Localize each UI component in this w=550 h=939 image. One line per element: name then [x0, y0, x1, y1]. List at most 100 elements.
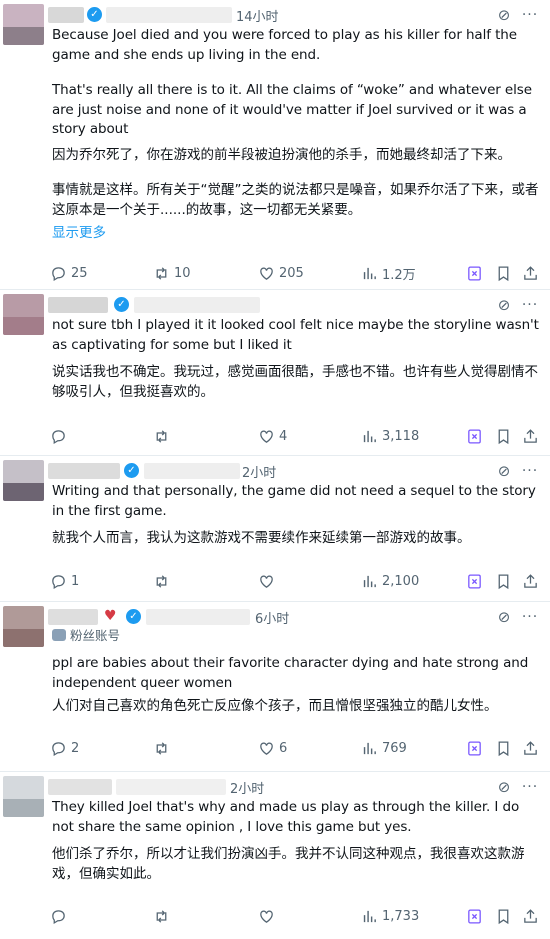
more-options-icon[interactable]: ···	[520, 777, 540, 797]
views-button[interactable]: 1.2万	[361, 251, 416, 295]
repost-button[interactable]	[153, 727, 174, 771]
like-count: 6	[279, 741, 288, 756]
repost-icon	[156, 266, 167, 280]
verified-badge-icon: ✓	[124, 463, 139, 478]
username-handle[interactable]	[106, 7, 232, 23]
views-button[interactable]: 1,733	[361, 894, 419, 938]
more-options-icon[interactable]: ···	[520, 295, 540, 315]
like-count: 4	[279, 428, 288, 444]
grok-square-icon	[468, 428, 481, 444]
action-bar: 1 2,100	[52, 560, 540, 604]
avatar[interactable]	[3, 606, 44, 647]
reply-button[interactable]	[50, 894, 71, 938]
repost-button[interactable]	[153, 414, 174, 458]
view-count: 2,100	[382, 574, 420, 589]
reply-count: 1	[71, 574, 80, 589]
reply-button[interactable]: 25	[50, 251, 88, 295]
more-options-icon[interactable]: ···	[520, 5, 540, 25]
display-name[interactable]	[48, 609, 98, 625]
bookmark-button[interactable]	[495, 560, 512, 604]
grok-button[interactable]	[466, 727, 483, 771]
post-text: not sure tbh I played it it looked cool …	[52, 317, 539, 353]
display-name[interactable]	[48, 7, 84, 23]
grok-button[interactable]	[466, 414, 483, 458]
username-handle[interactable]	[144, 463, 240, 479]
repost-button[interactable]	[153, 894, 174, 938]
timestamp[interactable]: 2小时	[230, 778, 264, 797]
post[interactable]: ✓ ⊘ ··· not sure tbh I played it it look…	[0, 290, 550, 456]
grok-icon[interactable]: ⊘	[494, 5, 514, 25]
timestamp[interactable]: 14小时	[236, 6, 279, 25]
translation-text: 事情就是这样。所有关于“觉醒”之类的说法都只是噪音，如果乔尔活了下来，或者这原本…	[52, 182, 539, 218]
heart-icon	[260, 430, 273, 443]
grok-button[interactable]	[466, 251, 483, 295]
reply-icon	[52, 429, 65, 444]
bookmark-icon	[498, 908, 509, 924]
post[interactable]: ✓ 14小时 ⊘ ··· Because Joel died and you w…	[0, 0, 550, 290]
views-button[interactable]: 2,100	[361, 560, 419, 604]
bookmark-button[interactable]	[495, 894, 512, 938]
repost-icon	[156, 909, 167, 923]
grok-square-icon	[468, 574, 481, 589]
grok-icon[interactable]: ⊘	[494, 777, 514, 797]
reply-button[interactable]	[50, 414, 71, 458]
post[interactable]: ♥ ✓ 6小时 ⊘ ··· 粉丝账号 ppl are babies about …	[0, 602, 550, 772]
username-handle[interactable]	[146, 609, 250, 625]
timestamp[interactable]: 6小时	[255, 608, 289, 627]
action-bar: 4 3,118	[52, 414, 540, 458]
timestamp[interactable]: 2小时	[242, 462, 276, 481]
grok-icon[interactable]: ⊘	[494, 607, 514, 627]
username-handle[interactable]	[116, 779, 226, 795]
heart-icon	[260, 910, 273, 923]
bookmark-button[interactable]	[495, 251, 512, 295]
post-body: ppl are babies about their favorite char…	[52, 654, 540, 717]
bookmark-button[interactable]	[495, 414, 512, 458]
share-button[interactable]	[522, 560, 539, 604]
view-count: 769	[382, 741, 407, 756]
views-button[interactable]: 3,118	[361, 414, 419, 458]
grok-button[interactable]	[466, 560, 483, 604]
grok-icon[interactable]: ⊘	[494, 295, 514, 315]
avatar[interactable]	[3, 460, 44, 501]
post-header: ✓ 14小时 ⊘ ···	[48, 4, 540, 26]
more-options-icon[interactable]: ···	[520, 607, 540, 627]
show-more-link[interactable]: 显示更多	[52, 223, 540, 243]
like-button[interactable]	[258, 894, 279, 938]
avatar[interactable]	[3, 776, 44, 817]
repost-button[interactable]: 10	[153, 251, 191, 295]
post-body: not sure tbh I played it it looked cool …	[52, 316, 540, 402]
username-handle[interactable]	[134, 297, 260, 313]
action-bar: 25 10 205 1.2万	[52, 251, 540, 295]
display-name[interactable]	[48, 463, 120, 479]
share-button[interactable]	[522, 251, 539, 295]
post-header: 2小时 ⊘ ···	[48, 776, 540, 798]
grok-icon[interactable]: ⊘	[494, 461, 514, 481]
like-button[interactable]	[258, 560, 279, 604]
share-button[interactable]	[522, 414, 539, 458]
display-name[interactable]	[48, 297, 108, 313]
reply-button[interactable]: 1	[50, 560, 79, 604]
like-button[interactable]: 6	[258, 727, 287, 771]
grok-button[interactable]	[466, 894, 483, 938]
avatar[interactable]	[3, 4, 44, 45]
bookmark-button[interactable]	[495, 727, 512, 771]
bookmark-icon	[498, 574, 509, 590]
repost-icon	[156, 742, 167, 755]
avatar[interactable]	[3, 294, 44, 335]
post[interactable]: ✓ 2小时 ⊘ ··· Writing and that personally,…	[0, 456, 550, 602]
like-button[interactable]: 205	[258, 251, 304, 295]
like-button[interactable]: 4	[258, 414, 287, 458]
share-button[interactable]	[522, 727, 539, 771]
view-count: 3,118	[382, 428, 420, 444]
like-count: 205	[279, 265, 304, 281]
repost-button[interactable]	[153, 560, 174, 604]
heart-icon	[260, 575, 273, 588]
more-options-icon[interactable]: ···	[520, 461, 540, 481]
translation-text: 就我个人而言，我认为这款游戏不需要续作来延续第一部游戏的故事。	[52, 530, 471, 546]
reply-icon	[52, 909, 65, 924]
post[interactable]: 2小时 ⊘ ··· They killed Joel that's why an…	[0, 772, 550, 939]
display-name[interactable]	[48, 779, 112, 795]
views-button[interactable]: 769	[361, 727, 407, 771]
share-button[interactable]	[522, 894, 539, 938]
reply-button[interactable]: 2	[50, 727, 79, 771]
